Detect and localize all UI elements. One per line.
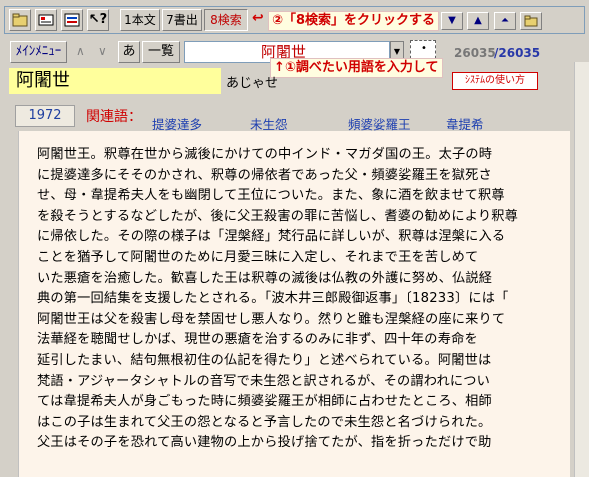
- entry-line: 梵語・アジャータシャトルの音写で未生怨と訳されるが、その謂われについ: [37, 373, 491, 389]
- entry-line: ては韋提希夫人が身ごもった時に頻婆娑羅王が相師に占わせたところ、相師: [37, 394, 492, 410]
- entry-total: /26035: [494, 46, 541, 60]
- entry-line: 父王はその子を恐れて高い建物の上から投げ捨てたが、指を折っただけで助: [37, 435, 492, 451]
- scroll-up-icon[interactable]: ∧: [76, 44, 85, 58]
- triangle-down-icon: ▼: [448, 15, 456, 26]
- jump-top-icon: ⏶: [501, 15, 509, 26]
- settings-icon: [64, 13, 80, 27]
- kakidashi-button[interactable]: 7書出: [162, 9, 202, 31]
- entry-body: 阿闍世王。釈尊在世から滅後にかけての中インド・マガダ国の王。太子の時 に提婆達多…: [18, 131, 570, 477]
- entry-text: 阿闍世王。釈尊在世から滅後にかけての中インド・マガダ国の王。太子の時 に提婆達多…: [37, 145, 541, 454]
- honbun-button[interactable]: 1本文: [120, 9, 160, 31]
- dots-icon: •: [421, 43, 427, 54]
- list-button[interactable]: 一覧: [142, 41, 180, 63]
- entry-line: 阿闍世王。釈尊在世から滅後にかけての中インド・マガダ国の王。太子の時: [37, 147, 493, 162]
- chevron-down-icon: ▼: [393, 47, 401, 56]
- keyboard-button[interactable]: [35, 9, 57, 31]
- entry-line: 延引したまい、結句無根初住の仏記を得たり」と述べられている。阿闍世は: [37, 352, 492, 368]
- settings-button[interactable]: [61, 9, 83, 31]
- triangle-up-icon: ▲: [474, 15, 482, 26]
- next-button[interactable]: ▼: [441, 12, 463, 30]
- entry-line: いた悪瘡を治癒した。歓喜した王は釈尊の滅後は仏教の外護に努め、仏説経: [37, 270, 493, 286]
- entry-line: を殺そうとするなどしたが、後に父王殺害の罪に苦悩し、耆婆の勧めにより釈尊: [37, 208, 519, 224]
- entry-line: 典の第一回結集を支援したとされる。「波木井三郎殿御返事」〔18233〕には「: [37, 291, 509, 307]
- entry-term: 阿闍世: [9, 68, 221, 94]
- toolbar: ↖? 1本文 7書出 8検索 ↩ ②「8検索」をクリックする ▼ ▲ ⏶: [0, 0, 589, 38]
- entry-line: せ、母・韋提希夫人をも幽閉して王位についた。また、象に酒を飲ませて釈尊: [37, 188, 505, 204]
- related-label: 関連語：: [86, 109, 142, 125]
- folder-button[interactable]: [520, 12, 542, 30]
- entry-line: 法華経を聴聞せしかば、現世の悪瘡を治するのみに非ず、四十年の寿命を: [37, 332, 478, 348]
- howto-button[interactable]: ｼｽﾃﾑの使い方: [452, 72, 538, 90]
- entry-line: に提婆達多にそそのかされ、釈尊の帰依者であった父・頻婆娑羅王を獄死さ: [37, 167, 492, 183]
- page-number: 1972: [15, 105, 75, 127]
- search-button[interactable]: 8検索: [204, 9, 248, 31]
- entry-reading: あじゃせ: [226, 76, 279, 91]
- entry-line: はこの子は生まれて父王の怨となると予言したので未生怨と名づけられた。: [37, 414, 492, 430]
- prev-button[interactable]: ▲: [467, 12, 489, 30]
- entry-line: に帰依した。その際の様子は「涅槃経」梵行品に詳しいが、釈尊は涅槃に入る: [37, 229, 506, 245]
- step1-callout: ↑①調べたい用語を入力して: [270, 58, 443, 78]
- keyboard-icon: [38, 14, 54, 26]
- entry-line: 阿闍世王は父を殺害し母を禁固せし悪人なり。然りと雖も涅槃経の座に来りて: [37, 311, 506, 327]
- step2-callout: ②「8検索」をクリックする: [268, 11, 440, 31]
- help-icon: ↖?: [88, 12, 108, 27]
- jump-top-button[interactable]: ⏶: [494, 12, 516, 30]
- entry-current: 26035: [454, 46, 496, 60]
- kana-index-button[interactable]: あ: [118, 41, 140, 63]
- callout-arrow-left: ↩: [252, 10, 264, 26]
- help-button[interactable]: ↖?: [87, 9, 109, 31]
- main-menu-button[interactable]: ﾒｲﾝﾒﾆｭｰ: [10, 41, 67, 63]
- scroll-down-icon[interactable]: ∨: [98, 44, 107, 58]
- open-file-button[interactable]: [9, 9, 31, 31]
- entry-line: ことを猶予して阿闍世のために月愛三昧に入定し、それまで王を苦しめて: [37, 249, 479, 265]
- vertical-scrollbar[interactable]: [574, 62, 589, 477]
- folder-icon: [524, 15, 538, 27]
- open-file-icon: [12, 13, 28, 27]
